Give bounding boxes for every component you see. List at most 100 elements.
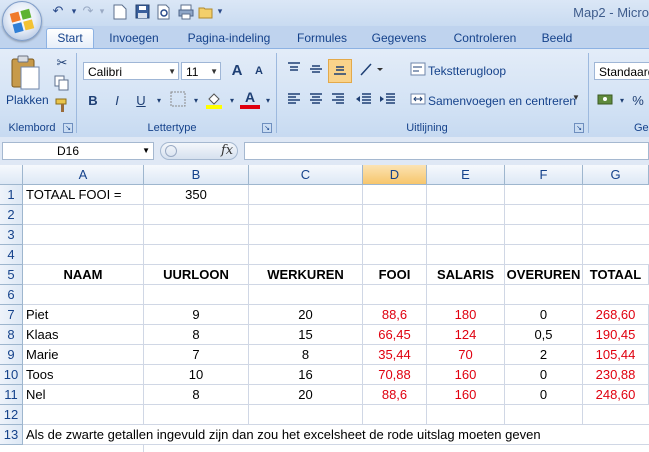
orientation-icon[interactable] bbox=[358, 61, 384, 81]
cell-totaal[interactable]: 190,45 bbox=[583, 325, 649, 345]
customize-qat-icon[interactable]: ▾ bbox=[212, 4, 228, 20]
cell-salaris[interactable]: 124 bbox=[427, 325, 505, 345]
format-painter-icon[interactable] bbox=[52, 97, 72, 117]
grow-font-button[interactable]: A bbox=[227, 61, 247, 81]
decrease-indent-icon[interactable] bbox=[354, 91, 374, 111]
tab-start[interactable]: Start bbox=[46, 28, 94, 50]
new-document-icon[interactable] bbox=[112, 4, 128, 20]
cell-overuren[interactable]: 0 bbox=[505, 365, 583, 385]
align-left-icon[interactable] bbox=[284, 91, 304, 111]
align-right-icon[interactable] bbox=[328, 91, 348, 111]
column-header-f[interactable]: F bbox=[505, 165, 583, 185]
cell-uurloon[interactable]: 8 bbox=[144, 325, 249, 345]
bold-button[interactable]: B bbox=[83, 91, 103, 111]
row-header[interactable]: 1 bbox=[0, 185, 23, 205]
chevron-down-icon[interactable]: ▾ bbox=[258, 91, 278, 111]
cell-name[interactable]: Toos bbox=[23, 365, 144, 385]
cell-uurloon[interactable]: 8 bbox=[144, 385, 249, 405]
increase-indent-icon[interactable] bbox=[378, 91, 398, 111]
print-icon[interactable] bbox=[178, 4, 194, 20]
row-header[interactable]: 10 bbox=[0, 365, 23, 385]
cell-werkuren[interactable]: 20 bbox=[249, 305, 363, 325]
lettertype-launcher-icon[interactable]: ↘ bbox=[262, 123, 272, 133]
cell-salaris[interactable]: 70 bbox=[427, 345, 505, 365]
cell-d5[interactable]: FOOI bbox=[363, 265, 427, 285]
copy-icon[interactable] bbox=[52, 75, 72, 95]
cut-icon[interactable]: ✂ bbox=[52, 53, 72, 73]
cell-g5[interactable]: TOTAAL bbox=[583, 265, 649, 285]
cell-salaris[interactable]: 160 bbox=[427, 385, 505, 405]
row-header[interactable]: 11 bbox=[0, 385, 23, 405]
chevron-down-icon[interactable]: ▾ bbox=[222, 91, 242, 111]
cell-fooi[interactable]: 88,6 bbox=[363, 305, 427, 325]
cell-fooi[interactable]: 35,44 bbox=[363, 345, 427, 365]
cell-uurloon[interactable]: 7 bbox=[144, 345, 249, 365]
cell-name[interactable]: Nel bbox=[23, 385, 144, 405]
font-name-select[interactable]: Calibri ▼ bbox=[83, 62, 179, 80]
paste-button[interactable] bbox=[8, 55, 44, 95]
name-box[interactable]: D16 ▼ bbox=[2, 142, 154, 160]
cell-f5[interactable]: OVERUREN bbox=[505, 265, 583, 285]
wrap-text-icon[interactable] bbox=[408, 61, 428, 81]
cell-salaris[interactable]: 180 bbox=[427, 305, 505, 325]
cell-c5[interactable]: WERKUREN bbox=[249, 265, 363, 285]
font-size-select[interactable]: 11 ▼ bbox=[181, 62, 221, 80]
tab-beeld[interactable]: Beeld bbox=[536, 29, 578, 48]
cell-a1[interactable]: TOTAAL FOOI = bbox=[23, 185, 144, 205]
chevron-down-icon[interactable]: ▼ bbox=[572, 93, 580, 102]
column-header-d[interactable]: D bbox=[363, 165, 427, 185]
tab-invoegen[interactable]: Invoegen bbox=[104, 29, 164, 48]
cell-name[interactable]: Klaas bbox=[23, 325, 144, 345]
column-header-b[interactable]: B bbox=[144, 165, 249, 185]
merge-center-button[interactable]: Samenvoegen en centreren bbox=[428, 94, 576, 108]
select-all-corner[interactable] bbox=[0, 165, 23, 185]
cell-e5[interactable]: SALARIS bbox=[427, 265, 505, 285]
tab-pagina-indeling[interactable]: Pagina-indeling bbox=[182, 29, 276, 48]
cell-werkuren[interactable]: 16 bbox=[249, 365, 363, 385]
cell-werkuren[interactable]: 15 bbox=[249, 325, 363, 345]
tab-gegevens[interactable]: Gegevens bbox=[368, 29, 430, 48]
cell-totaal[interactable]: 230,88 bbox=[583, 365, 649, 385]
uitlijning-launcher-icon[interactable]: ↘ bbox=[574, 123, 584, 133]
cell-name[interactable]: Piet bbox=[23, 305, 144, 325]
cell-fooi[interactable]: 66,45 bbox=[363, 325, 427, 345]
cell-name[interactable]: Marie bbox=[23, 345, 144, 365]
office-button[interactable] bbox=[2, 1, 42, 41]
row-header[interactable]: 5 bbox=[0, 265, 23, 285]
cell-overuren[interactable]: 0,5 bbox=[505, 325, 583, 345]
klembord-launcher-icon[interactable]: ↘ bbox=[63, 123, 73, 133]
align-center-icon[interactable] bbox=[306, 91, 326, 111]
column-header-a[interactable]: A bbox=[23, 165, 144, 185]
row-header[interactable]: 3 bbox=[0, 225, 23, 245]
cell-totaal[interactable]: 268,60 bbox=[583, 305, 649, 325]
cancel-formula-icon[interactable] bbox=[165, 145, 177, 157]
redo-dropdown-icon[interactable]: ▾ bbox=[94, 4, 110, 20]
cell-werkuren[interactable]: 20 bbox=[249, 385, 363, 405]
cell-totaal[interactable]: 248,60 bbox=[583, 385, 649, 405]
column-header-e[interactable]: E bbox=[427, 165, 505, 185]
print-preview-icon[interactable] bbox=[156, 4, 172, 20]
align-top-icon[interactable] bbox=[284, 61, 304, 81]
undo-icon[interactable]: ↶ bbox=[50, 4, 66, 20]
insert-function-icon[interactable]: fx bbox=[221, 143, 233, 158]
merge-center-icon[interactable] bbox=[408, 91, 428, 111]
underline-button[interactable]: U bbox=[131, 91, 151, 111]
row-header[interactable]: 6 bbox=[0, 285, 23, 305]
cell-uurloon[interactable]: 9 bbox=[144, 305, 249, 325]
tab-controleren[interactable]: Controleren bbox=[448, 29, 522, 48]
row-header[interactable]: 2 bbox=[0, 205, 23, 225]
cell-a13-note[interactable]: Als de zwarte getallen ingevuld zijn dan… bbox=[23, 425, 649, 445]
row-header[interactable]: 13 bbox=[0, 425, 23, 445]
align-middle-icon[interactable] bbox=[306, 61, 326, 81]
cell-b5[interactable]: UURLOON bbox=[144, 265, 249, 285]
fill-color-icon[interactable] bbox=[204, 91, 224, 111]
cell-overuren[interactable]: 2 bbox=[505, 345, 583, 365]
chevron-down-icon[interactable]: ▾ bbox=[149, 91, 169, 111]
italic-button[interactable]: I bbox=[107, 91, 127, 111]
wrap-text-button[interactable]: Tekstterugloop bbox=[428, 64, 506, 78]
tab-formules[interactable]: Formules bbox=[292, 29, 352, 48]
row-header[interactable]: 7 bbox=[0, 305, 23, 325]
formula-input[interactable] bbox=[244, 142, 649, 160]
paste-label[interactable]: Plakken bbox=[6, 93, 49, 107]
cell-totaal[interactable]: 105,44 bbox=[583, 345, 649, 365]
